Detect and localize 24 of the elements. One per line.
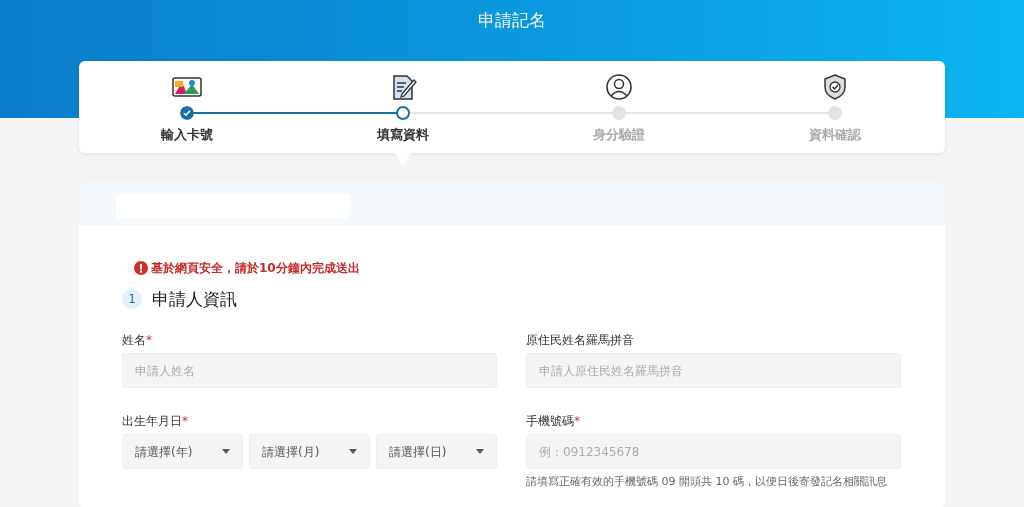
input-field[interactable]: 申請人原住民姓名羅馬拼音 <box>526 353 901 389</box>
field-label: 手機號碼* <box>526 413 581 431</box>
input-field[interactable]: 例：0912345678 <box>526 434 901 470</box>
step-label: 身分驗證 <box>593 126 645 144</box>
field-label: 出生年月日* <box>122 413 189 431</box>
caret-icon <box>349 449 357 455</box>
dropdown[interactable]: 請選擇(日) <box>376 434 497 470</box>
field-label: 姓名* <box>122 332 153 350</box>
section-title: 申請人資訊 <box>152 289 237 310</box>
hint-text: 請填寫正確有效的手機號碼 09 開頭共 10 碼，以便日後寄發記名相關訊息 <box>526 474 887 490</box>
step-label: 填寫資料 <box>377 126 429 144</box>
warning-text: 基於網頁安全，請於10分鐘內完成送出 <box>151 260 360 277</box>
caret-icon <box>222 449 230 455</box>
user-icon <box>604 73 634 101</box>
step-label: 資料確認 <box>809 126 861 144</box>
dropdown[interactable]: 請選擇(月) <box>249 434 370 470</box>
step-label: 輸入卡號 <box>161 126 213 144</box>
caret-icon <box>476 449 484 455</box>
input-field[interactable]: 申請人姓名 <box>122 353 497 389</box>
section-number: 1 <box>122 289 142 310</box>
field-label: 原住民姓名羅馬拼音 <box>526 332 635 350</box>
alert-icon <box>134 261 148 275</box>
dropdown[interactable]: 請選擇(年) <box>122 434 243 470</box>
page-title: 申請記名 <box>477 9 547 32</box>
